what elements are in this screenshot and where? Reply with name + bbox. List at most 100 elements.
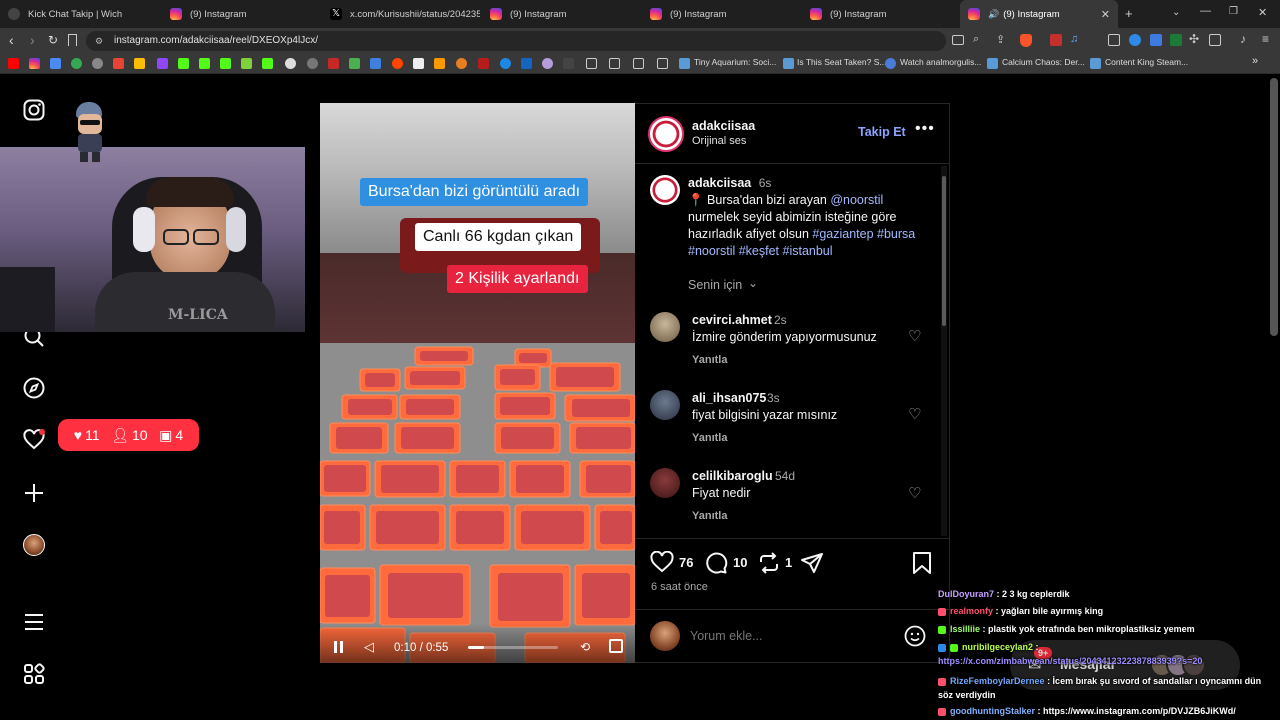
minimize-icon[interactable]: —	[1200, 5, 1211, 17]
brave-shield-icon[interactable]	[1020, 34, 1032, 47]
like-heart-icon[interactable]	[650, 551, 674, 573]
bookmark-label[interactable]: Is This Seat Taken? S...	[797, 57, 886, 67]
more-options-icon[interactable]: •••	[915, 120, 935, 138]
folder-icon[interactable]	[586, 58, 597, 69]
bookmark-icon[interactable]	[521, 58, 532, 69]
bookmark-icon[interactable]	[413, 58, 424, 69]
profile-avatar[interactable]	[23, 534, 45, 556]
tab-instagram[interactable]: (9) Instagram	[802, 0, 960, 28]
share-send-icon[interactable]	[800, 551, 824, 575]
chevron-down-icon[interactable]: ⌄	[748, 276, 758, 290]
like-comment-heart-icon[interactable]: ♡	[908, 405, 921, 423]
notifications-heart-icon[interactable]	[22, 428, 46, 452]
folder-icon[interactable]	[633, 58, 644, 69]
follow-button[interactable]: Takip Et	[858, 125, 906, 139]
repost-icon[interactable]	[757, 551, 781, 575]
reel-video[interactable]: Bursa'dan bizi görüntülü aradı Canlı 66 …	[320, 103, 635, 663]
reddit-bookmark-icon[interactable]	[392, 58, 403, 69]
audio-extension-icon[interactable]: ♫	[1070, 33, 1078, 45]
url-field[interactable]: ⚙ instagram.com/adakciisaa/reel/DXEOXp4l…	[86, 31, 946, 51]
bookmark-icon[interactable]	[241, 58, 252, 69]
site-settings-icon[interactable]: ⚙	[95, 31, 103, 51]
comment-username[interactable]: celilkibaroglu	[692, 469, 773, 483]
tab-instagram[interactable]: (9) Instagram	[162, 0, 320, 28]
volume-icon[interactable]: ◁	[364, 639, 374, 655]
for-you-label[interactable]: Senin için	[688, 278, 742, 292]
bookmark-icon[interactable]	[885, 58, 896, 69]
youtube-bookmark-icon[interactable]	[8, 58, 19, 69]
explore-compass-icon[interactable]	[22, 376, 46, 400]
caption-username[interactable]: adakciisaa	[688, 176, 751, 190]
bookmark-icon[interactable]	[349, 58, 360, 69]
share-icon[interactable]: ⇪	[996, 33, 1005, 46]
comments-scrollbar-thumb[interactable]	[942, 176, 946, 326]
tab-instagram[interactable]: (9) Instagram	[482, 0, 640, 28]
more-bookmarks-icon[interactable]: »	[1252, 55, 1258, 67]
comment-avatar[interactable]	[650, 390, 680, 420]
folder-icon[interactable]	[609, 58, 620, 69]
steam-bookmark-icon[interactable]	[987, 58, 998, 69]
steam-bookmark-icon[interactable]	[1090, 58, 1101, 69]
bookmark-icon[interactable]	[456, 58, 467, 69]
chat-message-link[interactable]: https://x.com/zimbabwean/status/20434123…	[938, 656, 1202, 666]
save-bookmark-icon[interactable]	[911, 551, 933, 575]
bookmark-icon[interactable]	[563, 58, 574, 69]
bookmark-label[interactable]: Content King Steam...	[1105, 57, 1188, 67]
audio-label[interactable]: Orijinal ses	[692, 135, 746, 147]
forward-icon[interactable]: ›	[30, 32, 35, 48]
instagram-bookmark-icon[interactable]	[29, 58, 40, 69]
more-menu-icon[interactable]	[22, 610, 46, 634]
restore-icon[interactable]: ❐	[1229, 6, 1238, 17]
drive-bookmark-icon[interactable]	[134, 58, 145, 69]
comment-username[interactable]: cevirci.ahmet	[692, 313, 772, 327]
instagram-logo-icon[interactable]	[22, 98, 46, 122]
comment-input[interactable]	[690, 624, 890, 648]
reply-button[interactable]: Yanıtla	[692, 354, 727, 366]
like-comment-heart-icon[interactable]: ♡	[908, 484, 921, 502]
author-avatar[interactable]	[648, 116, 684, 152]
kick-bookmark-icon[interactable]	[199, 58, 210, 69]
current-user-avatar[interactable]	[650, 621, 680, 651]
bookmark-label[interactable]: Watch analmorgulis...	[900, 57, 981, 67]
menu-icon[interactable]: ≡	[1262, 32, 1269, 46]
sidebar-toggle-icon[interactable]	[1209, 34, 1221, 46]
tab-x-status[interactable]: 𝕏 x.com/Kurisushii/status/2042358668	[322, 0, 480, 28]
also-from-meta-icon[interactable]	[22, 662, 46, 686]
puzzle-icon[interactable]: ✣	[1189, 32, 1199, 46]
bookmark-icon[interactable]	[328, 58, 339, 69]
create-plus-icon[interactable]	[22, 481, 46, 505]
caption-avatar[interactable]	[650, 175, 680, 205]
excel-extension-icon[interactable]	[1170, 34, 1182, 46]
bookmark-label[interactable]: Tiny Aquarium: Soci...	[694, 57, 776, 67]
bookmark-icon[interactable]	[307, 58, 318, 69]
steam-bookmark-icon[interactable]	[679, 58, 690, 69]
likes-count[interactable]: 76	[679, 555, 693, 570]
comment-avatar[interactable]	[650, 312, 680, 342]
close-window-icon[interactable]: ✕	[1258, 6, 1267, 19]
extension-icon[interactable]	[1129, 34, 1141, 46]
chat-link-text[interactable]: https://x.com/zimbabwean/status/20434123…	[938, 656, 1202, 666]
close-tab-icon[interactable]: ✕	[1101, 8, 1110, 21]
bookmark-icon[interactable]	[50, 58, 61, 69]
reply-button[interactable]: Yanıtla	[692, 432, 727, 444]
bookmark-icon[interactable]	[500, 58, 511, 69]
bookmark-icon[interactable]	[370, 58, 381, 69]
extension-icon[interactable]	[1108, 34, 1120, 46]
bookmark-icon[interactable]	[478, 58, 489, 69]
notifications-popup[interactable]: ♥ 11 👤︎ 10 ▣ 4	[58, 419, 199, 451]
extension-icon[interactable]	[1050, 34, 1062, 46]
kick-bookmark-icon[interactable]	[220, 58, 231, 69]
zoom-icon[interactable]: ⌕	[973, 33, 979, 46]
gmail-bookmark-icon[interactable]	[113, 58, 124, 69]
tab-instagram-active[interactable]: 🔊 (9) Instagram ✕	[960, 0, 1118, 28]
media-icon[interactable]: ♪	[1240, 32, 1246, 46]
kick-bookmark-icon[interactable]	[178, 58, 189, 69]
extension-icon[interactable]	[1150, 34, 1162, 46]
bookmark-icon[interactable]	[92, 58, 103, 69]
tab-instagram[interactable]: (9) Instagram	[642, 0, 800, 28]
page-scrollbar[interactable]	[1270, 78, 1278, 336]
like-comment-heart-icon[interactable]: ♡	[908, 327, 921, 345]
folder-icon[interactable]	[657, 58, 668, 69]
reload-icon[interactable]: ↻	[48, 33, 58, 47]
picture-in-picture-icon[interactable]: ⟲	[580, 640, 590, 654]
